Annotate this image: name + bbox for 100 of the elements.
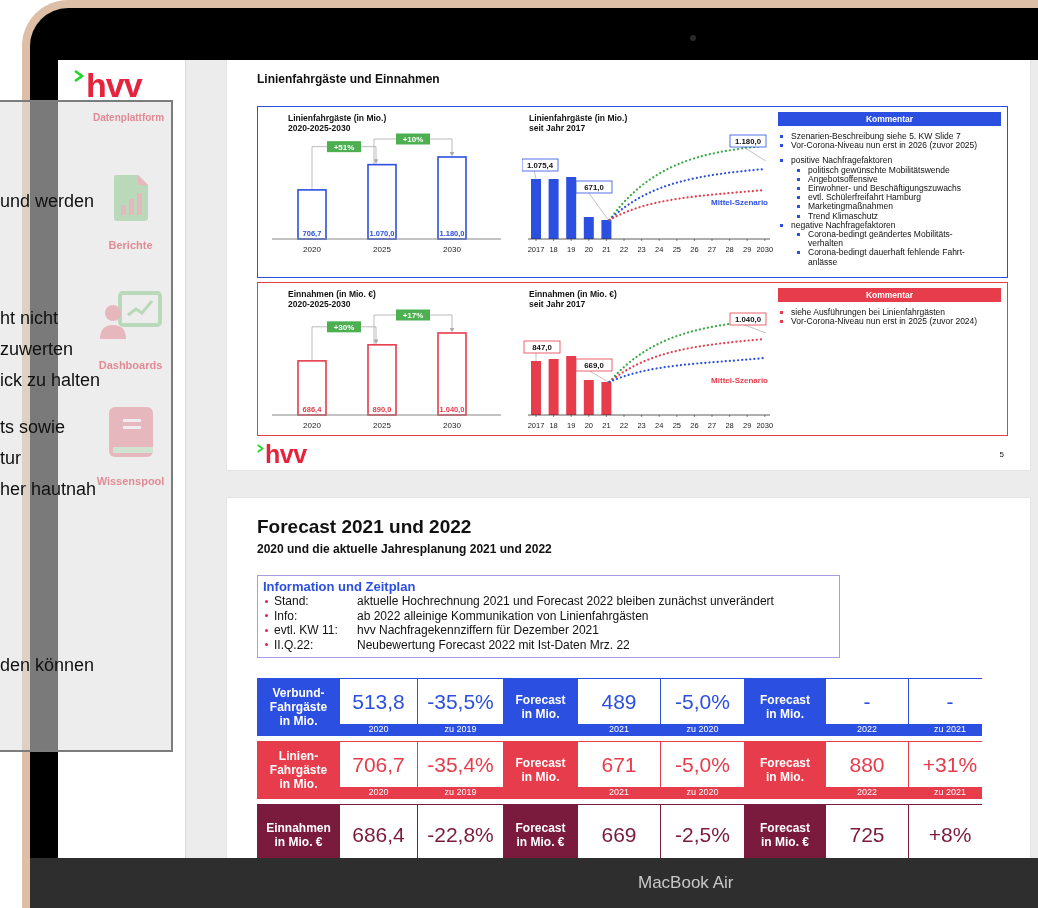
axis-label: 2030 bbox=[443, 245, 461, 254]
kpi-caption: zu 2019 bbox=[443, 724, 478, 735]
kpi-value: 725 bbox=[826, 805, 908, 858]
report-icon bbox=[113, 175, 148, 221]
kpi-label: Forecast in Mio. bbox=[759, 755, 811, 786]
bullet-marker bbox=[797, 233, 800, 237]
growth-badge: +30% bbox=[327, 321, 361, 333]
bullet-marker bbox=[780, 320, 783, 324]
sidebar-item[interactable]: Berichte bbox=[108, 239, 153, 251]
bullet-marker bbox=[780, 159, 783, 163]
chart-title: Einnahmen (in Mio. €) seit Jahr 2017 bbox=[528, 288, 618, 309]
bullet-marker bbox=[797, 196, 800, 200]
kpi-caption: zu 2020 bbox=[685, 787, 720, 798]
comment-text: politisch gewünschte Mobilitätswende bbox=[808, 165, 950, 175]
device-label: MacBook Air bbox=[638, 873, 734, 893]
sidebar-item[interactable]: Dashboards bbox=[98, 359, 163, 371]
comment-text: Corona-bedingt geändertes Mobilitäts-verhalten bbox=[808, 230, 953, 249]
axis-label: 2030 bbox=[443, 420, 461, 430]
bullet-marker bbox=[797, 214, 800, 218]
comment-header: Kommentar bbox=[778, 287, 1001, 302]
bullet-marker bbox=[780, 310, 783, 314]
info-label: evtl. KW 11: bbox=[274, 623, 339, 638]
kpi-value: 669 bbox=[578, 805, 660, 858]
book-icon bbox=[108, 407, 153, 457]
app-subtitle: Datenplattform bbox=[93, 112, 166, 123]
kpi-caption: 2020 bbox=[367, 787, 390, 798]
slide-title: Forecast 2021 und 2022 bbox=[257, 516, 473, 538]
kpi-caption: zu 2021 bbox=[933, 787, 967, 798]
sidebar-item[interactable]: Wissenspool bbox=[96, 475, 165, 487]
logo: hvv bbox=[257, 441, 307, 467]
kpi-label: Forecast in Mio. bbox=[759, 692, 811, 723]
info-label: Stand: bbox=[274, 594, 310, 609]
scenario-label: Mittel-Szenario bbox=[711, 198, 768, 207]
bullet-marker bbox=[797, 168, 800, 172]
growth-badge: +10% bbox=[396, 133, 430, 145]
comment-text: Einwohner- und Beschäftigungszuwachs bbox=[808, 184, 962, 194]
leader-line bbox=[533, 169, 537, 180]
text-line: und werden bbox=[0, 191, 95, 211]
leader-line bbox=[587, 191, 609, 221]
bar bbox=[531, 179, 541, 239]
kpi-caption: zu 2021 bbox=[933, 724, 967, 735]
kpi-label: Forecast in Mio. € bbox=[514, 820, 567, 851]
kpi-label: Verbund- Fahrgäste in Mio. bbox=[268, 685, 329, 730]
kpi-value: - bbox=[826, 679, 908, 724]
kpi-value: -22,8% bbox=[418, 805, 503, 858]
comment-text: evtl. Schülerfreifahrt Hamburg bbox=[808, 193, 921, 203]
slide-subtitle: Linienfahrgäste und Einnahmen bbox=[257, 72, 441, 86]
kpi-value: 489 bbox=[578, 679, 660, 724]
comment-text: siehe Ausführungen bei Linienfahrgästen bbox=[791, 307, 946, 318]
comment-text: Vor-Corona-Niveau nun erst in 2025 (zuvor 2024) bbox=[791, 317, 978, 327]
bullet-marker bbox=[797, 187, 800, 190]
info-label: II.Q.22: bbox=[274, 637, 315, 652]
kpi-label: Linien- Fahrgäste in Mio. bbox=[268, 748, 329, 793]
bar bbox=[297, 359, 327, 416]
bullet-marker bbox=[265, 599, 268, 603]
chart-title: Linienfahrgäste (in Mio.) seit Jahr 2017 bbox=[528, 113, 629, 133]
axis-label: 2020 bbox=[303, 245, 321, 254]
text-line: tur bbox=[0, 448, 21, 468]
kpi-caption: 2021 bbox=[608, 724, 630, 735]
comment-text: Angebotsoffensive bbox=[808, 174, 878, 184]
bullet-marker bbox=[265, 628, 268, 632]
page-number: 5 bbox=[999, 449, 1004, 459]
axis-label: 2025 bbox=[373, 420, 391, 430]
kpi-caption: zu 2019 bbox=[443, 787, 478, 798]
comment-text: Corona-bedingt dauerhaft fehlende Fahrt-anlässe bbox=[808, 248, 966, 267]
info-text: Neubewertung Forecast 2022 mit Ist-Daten Mrz. 22 bbox=[357, 637, 630, 652]
logo[interactable]: hvv bbox=[74, 68, 185, 102]
kpi-value: -5,0% bbox=[661, 742, 744, 787]
bar bbox=[566, 355, 577, 415]
kpi-value: -35,5% bbox=[418, 679, 503, 724]
info-label: Info: bbox=[274, 608, 299, 623]
comment-text: Trend Klimaschutz bbox=[808, 211, 879, 221]
bullet-marker bbox=[265, 614, 268, 618]
bullet-marker bbox=[797, 205, 800, 209]
scenario-label: Mittel-Szenario bbox=[711, 375, 768, 385]
text-line: den können bbox=[0, 655, 95, 675]
kpi-value: -35,4% bbox=[418, 742, 503, 787]
kpi-value: -2,5% bbox=[661, 805, 744, 858]
text-line: her hautnah bbox=[0, 479, 97, 499]
kpi-caption: 2021 bbox=[608, 787, 630, 798]
bullet-marker bbox=[780, 223, 783, 227]
kpi-value: 513,8 bbox=[340, 679, 417, 724]
bar bbox=[583, 217, 594, 239]
kpi-label: Forecast in Mio. bbox=[514, 755, 567, 786]
kpi-value: 686,4 bbox=[340, 805, 417, 858]
bar bbox=[548, 358, 559, 415]
kpi-value: 706,7 bbox=[340, 742, 417, 787]
slide-subtitle: 2020 und die aktuelle Jahresplanung 2021 und 2022 bbox=[257, 542, 553, 556]
kpi-label: Forecast in Mio. bbox=[514, 692, 567, 723]
info-text: ab 2022 alleinige Kommunikation von Linienfahrgästen bbox=[357, 608, 649, 623]
axis-label: 2025 bbox=[373, 245, 391, 254]
kpi-caption: 2020 bbox=[367, 724, 390, 735]
comment-text: Marketingmaßnahmen bbox=[808, 202, 894, 212]
bullet-marker bbox=[797, 251, 800, 255]
bar bbox=[548, 179, 559, 239]
kpi-value: -5,0% bbox=[661, 679, 744, 724]
comment-text: positive Nachfragefaktoren bbox=[791, 156, 893, 166]
kpi-value: 880 bbox=[826, 742, 908, 787]
growth-badge: +17% bbox=[396, 309, 430, 321]
kpi-label: Einnahmen in Mio. € bbox=[265, 820, 332, 851]
